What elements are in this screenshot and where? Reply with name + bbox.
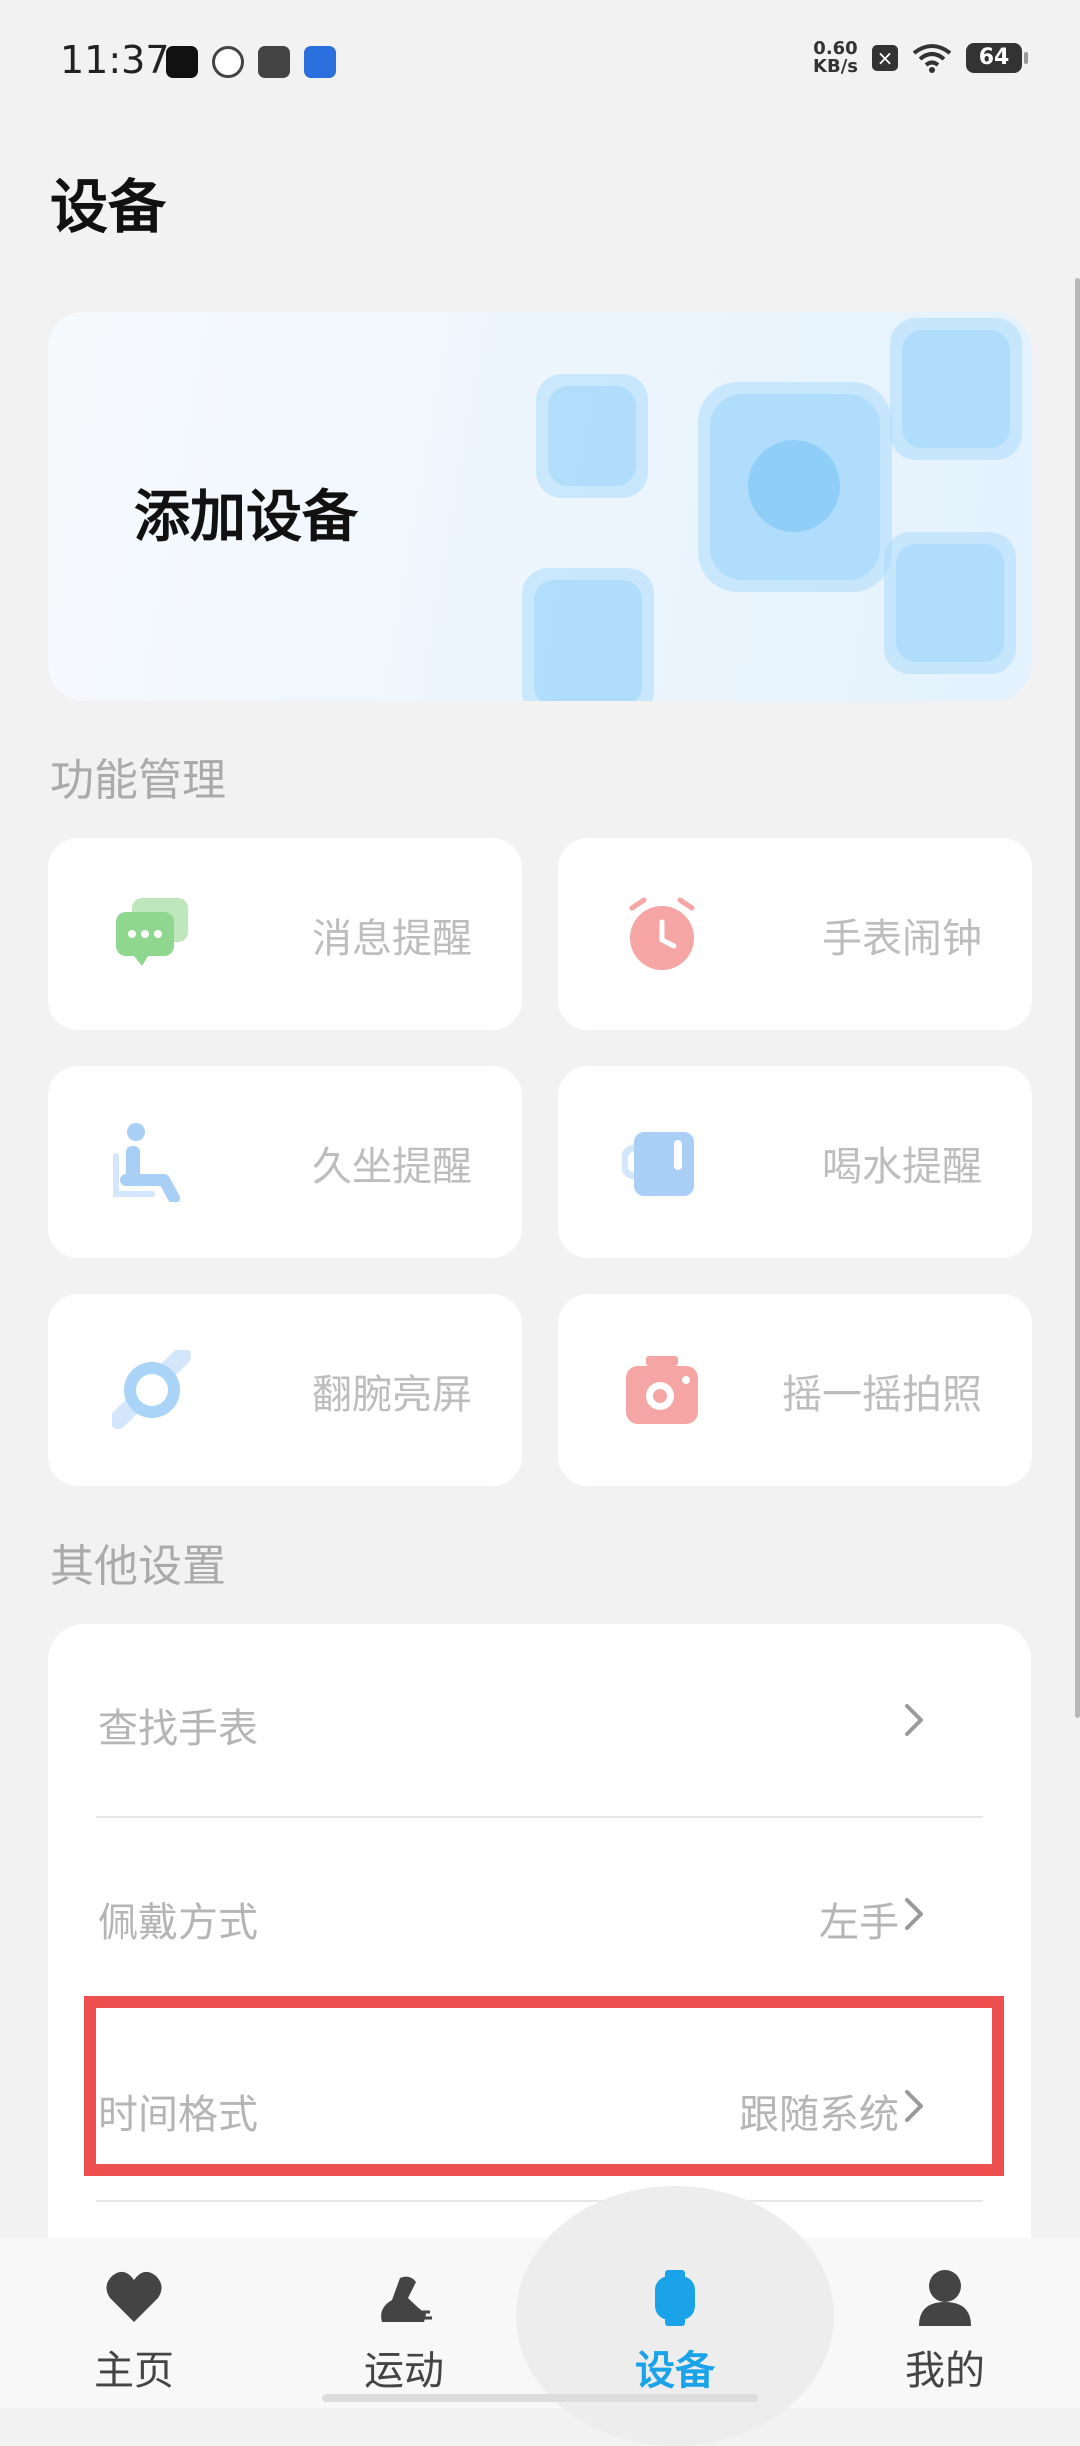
settings-row-label: 查找手表 — [98, 1706, 258, 1752]
chevron-right-icon — [905, 1704, 923, 1736]
feature-label: 消息提醒 — [312, 916, 472, 962]
nav-tab-device[interactable]: 设备 — [575, 2238, 775, 2408]
music-player-deco-icon — [884, 532, 1016, 674]
divider — [96, 2200, 983, 2202]
network-speed-unit: KB/s — [813, 56, 858, 77]
person-icon — [919, 2270, 971, 2326]
nav-label: 我的 — [905, 2348, 985, 2394]
nav-label: 设备 — [635, 2348, 715, 2394]
tiktok-icon — [166, 46, 198, 78]
highlight-box — [84, 1996, 1004, 2176]
wrist-ring-icon — [112, 1350, 191, 1429]
nav-tab-home[interactable]: 主页 — [34, 2238, 234, 2408]
settings-row-label: 佩戴方式 — [98, 1900, 258, 1946]
status-bar: 11:37 0.60 KB/s × 64 — [0, 0, 1080, 130]
feature-label: 喝水提醒 — [822, 1144, 982, 1190]
feature-label: 手表闹钟 — [822, 916, 982, 962]
add-device-label: 添加设备 — [134, 485, 358, 550]
security-app-icon — [304, 46, 336, 78]
shoe-deco-icon — [522, 568, 654, 701]
home-indicator[interactable] — [322, 2394, 758, 2402]
sedentary-person-icon — [113, 1123, 180, 1202]
mail-icon — [258, 46, 290, 78]
message-bubble-icon — [116, 898, 188, 966]
heart-icon — [106, 2271, 162, 2322]
running-shoe-icon — [381, 2276, 432, 2322]
scrollbar[interactable] — [1075, 278, 1080, 1718]
nav-tab-sport[interactable]: 运动 — [304, 2238, 504, 2408]
settings-row-find-watch[interactable]: 查找手表 — [48, 1624, 983, 1816]
camera-icon — [626, 1356, 698, 1424]
watch-face-deco-icon — [536, 374, 648, 498]
battery-icon: 64 — [966, 43, 1028, 73]
water-cup-icon — [622, 1132, 694, 1196]
chevron-right-icon — [905, 1898, 923, 1930]
feature-water-reminder[interactable]: 喝水提醒 — [558, 1066, 1032, 1258]
feature-shake-photo[interactable]: 摇一摇拍照 — [558, 1294, 1032, 1486]
settings-row-wearing-hand[interactable]: 佩戴方式 左手 — [48, 1818, 983, 2010]
nav-label: 运动 — [364, 2348, 444, 2394]
app-ball-icon — [212, 46, 244, 78]
heart-rate-deco-icon — [890, 318, 1022, 460]
wifi-icon — [912, 44, 952, 73]
notification-icons — [166, 46, 336, 78]
nav-tab-mine[interactable]: 我的 — [845, 2238, 1045, 2408]
sim-off-icon: × — [872, 45, 898, 71]
add-device-card[interactable]: 添加设备 — [48, 312, 1031, 701]
nav-label: 主页 — [94, 2348, 174, 2394]
feature-wrist-raise[interactable]: 翻腕亮屏 — [48, 1294, 522, 1486]
feature-label: 翻腕亮屏 — [312, 1372, 472, 1418]
feature-label: 摇一摇拍照 — [782, 1372, 982, 1418]
feature-label: 久坐提醒 — [312, 1144, 472, 1190]
page-title: 设备 — [50, 173, 167, 241]
status-time: 11:37 — [60, 38, 170, 82]
status-right: 0.60 KB/s × 64 — [813, 40, 1028, 76]
battery-level: 64 — [978, 45, 1010, 70]
smartwatch-deco-icon — [698, 382, 892, 592]
settings-row-value: 左手 — [819, 1900, 899, 1946]
feature-sedentary-reminder[interactable]: 久坐提醒 — [48, 1066, 522, 1258]
network-speed: 0.60 KB/s — [813, 40, 858, 76]
features-section-title: 功能管理 — [50, 755, 226, 806]
watch-icon — [655, 2270, 695, 2326]
feature-message-reminder[interactable]: 消息提醒 — [48, 838, 522, 1030]
other-settings-section-title: 其他设置 — [50, 1541, 226, 1592]
alarm-clock-icon — [629, 897, 695, 970]
feature-watch-alarm[interactable]: 手表闹钟 — [558, 838, 1032, 1030]
